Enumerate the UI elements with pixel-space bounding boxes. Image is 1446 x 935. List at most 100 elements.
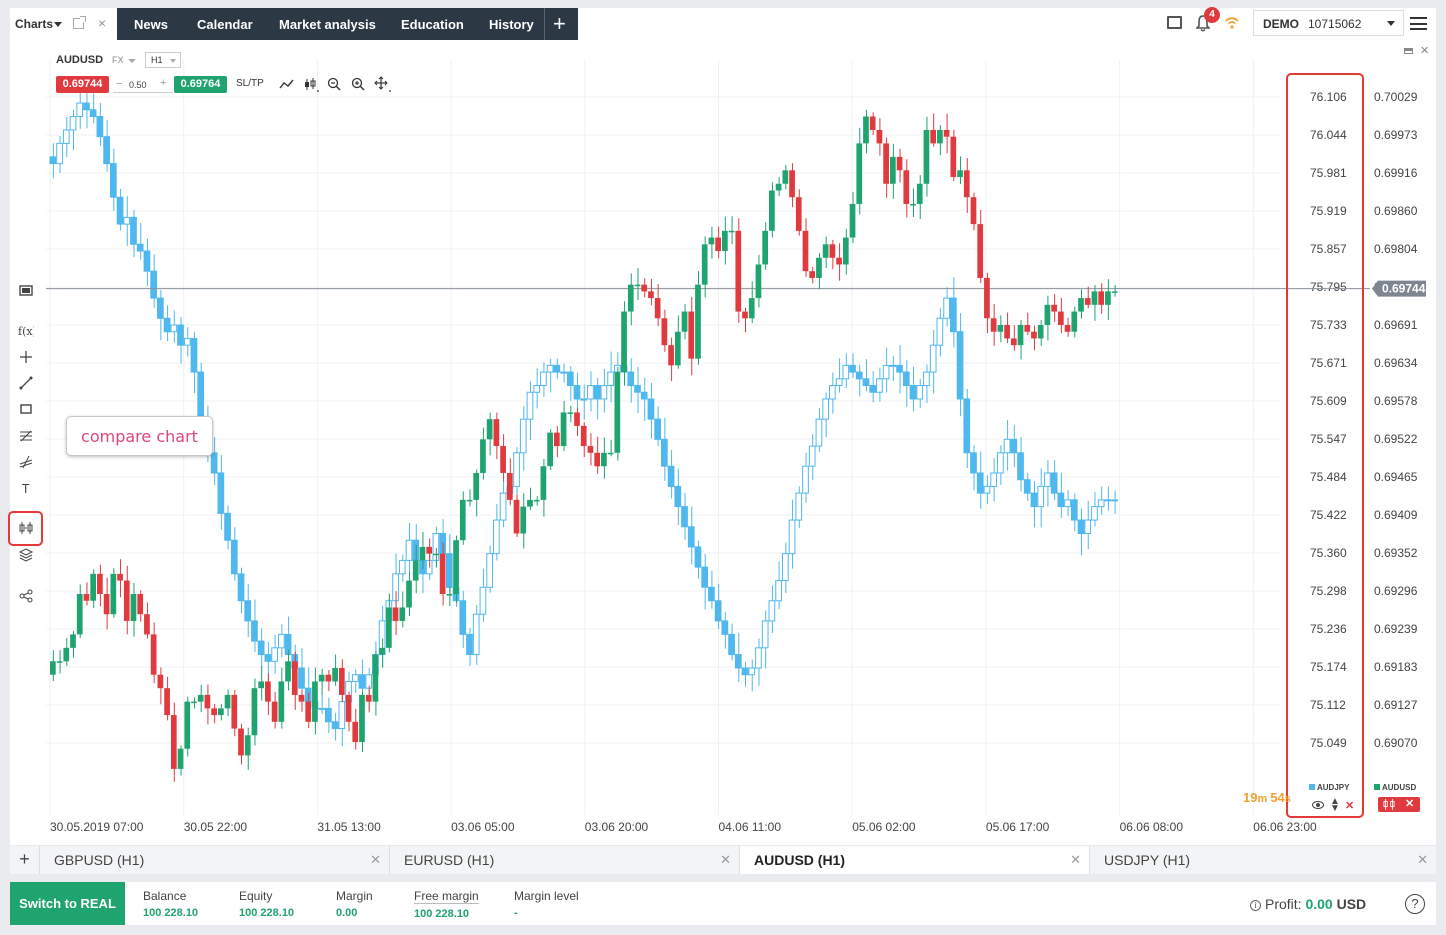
compare-candle-body: [237, 573, 245, 602]
candle-body: [123, 580, 130, 621]
candle-body: [957, 170, 963, 178]
candle-body: [789, 170, 795, 198]
candle-body: [1111, 291, 1118, 293]
account-selector[interactable]: DEMO 10715062: [1253, 10, 1404, 36]
quantity-value[interactable]: 0.50: [129, 80, 147, 90]
symbol-name[interactable]: AUDUSD: [56, 54, 103, 66]
close-chart-icon[interactable]: ✕: [1420, 44, 1429, 57]
sltp-button[interactable]: SL/TP: [236, 78, 264, 89]
fullscreen-icon[interactable]: [1167, 16, 1182, 29]
compare-candle-body: [49, 156, 57, 165]
close-icon[interactable]: ✕: [720, 852, 731, 868]
help-icon[interactable]: ?: [1405, 894, 1425, 914]
crosshair-icon[interactable]: [374, 76, 392, 93]
candlestick-type-icon[interactable]: [302, 76, 320, 93]
candle-body: [473, 472, 480, 500]
chart-settings-icon[interactable]: [18, 283, 34, 299]
popout-icon[interactable]: [73, 16, 86, 29]
nav-education[interactable]: Education: [401, 17, 464, 32]
compare-candle-body: [1003, 438, 1011, 454]
add-tab-icon[interactable]: +: [553, 11, 566, 37]
switch-to-real-button[interactable]: Switch to REAL: [10, 882, 125, 925]
info-icon[interactable]: i: [1250, 900, 1261, 911]
timeframe-select[interactable]: H1: [145, 52, 181, 68]
indicators-icon[interactable]: f(x): [18, 323, 34, 339]
compare-candle-body: [405, 539, 413, 561]
nav-market-analysis[interactable]: Market analysis: [279, 17, 376, 32]
nav-news[interactable]: News: [134, 17, 168, 32]
candle-body: [856, 143, 863, 204]
compare-candle-body: [264, 654, 272, 662]
line-chart-icon[interactable]: [278, 76, 296, 93]
compare-chart-icon[interactable]: [1382, 799, 1396, 810]
main-axis-tick-label: 0.69465: [1374, 470, 1418, 484]
main-axis-tick-label: 0.69070: [1374, 736, 1418, 750]
rectangle-tool-icon[interactable]: [18, 401, 34, 417]
crosshair-tool-icon[interactable]: [18, 349, 34, 365]
candle-body: [876, 129, 883, 144]
compare-candle-body: [889, 364, 897, 367]
nav-history[interactable]: History: [489, 17, 534, 32]
compare-candle-body: [647, 398, 655, 420]
chart-panel[interactable]: 30.05.2019 07:00 30.05 22:00 31.05 13:00 03…: [8, 40, 1436, 845]
chevron-down-icon[interactable]: [128, 59, 136, 63]
compare-candle-body: [849, 364, 856, 373]
candle-body: [291, 661, 298, 695]
profit-value: 0.00: [1305, 896, 1333, 912]
compare-candle-body: [842, 364, 850, 380]
chart-tab-label: GBPUSD (H1): [54, 852, 145, 868]
x-axis-tick-label: 30.05 22:00: [184, 820, 248, 834]
sort-arrows-icon[interactable]: ▲ ▼: [1330, 797, 1340, 814]
charts-menu[interactable]: Charts ×: [10, 8, 117, 40]
remove-series-icon[interactable]: ✕: [1345, 799, 1354, 812]
nav-calendar[interactable]: Calendar: [197, 17, 253, 32]
channel-tool-icon[interactable]: [18, 454, 34, 470]
chart-tab-eurusd[interactable]: EURUSD (H1) ✕: [390, 846, 740, 874]
add-chart-button[interactable]: +: [10, 846, 40, 874]
candle-body: [809, 271, 816, 278]
candle-body: [970, 197, 977, 225]
fibonacci-tool-icon[interactable]: [18, 428, 34, 444]
share-icon[interactable]: [18, 588, 34, 604]
chart-tab-audusd[interactable]: AUDUSD (H1) ✕: [740, 846, 1090, 874]
minimize-icon[interactable]: [1404, 48, 1413, 54]
trendline-tool-icon[interactable]: [18, 375, 34, 391]
candle-timer: 19m 54s: [1243, 790, 1291, 805]
compare-candle-body: [1070, 499, 1078, 521]
x-axis-tick-label: 31.05 13:00: [317, 820, 381, 834]
hamburger-menu-icon[interactable]: [1410, 17, 1427, 30]
main-axis-tick-label: 0.69127: [1374, 698, 1418, 712]
compare-candle-body: [540, 371, 547, 387]
quantity-stepper[interactable]: − 0.50 +: [113, 76, 173, 93]
close-icon[interactable]: ✕: [1417, 852, 1428, 868]
buy-button[interactable]: 0.69764: [174, 76, 227, 93]
candle-body: [762, 230, 769, 265]
increase-icon[interactable]: +: [160, 77, 166, 89]
candle-body: [278, 681, 285, 722]
zoom-out-icon[interactable]: [326, 76, 344, 93]
compare-candle-body: [69, 116, 77, 131]
candle-body: [540, 466, 547, 500]
top-bar: Charts × News Calendar Market analysis E…: [10, 7, 1436, 40]
layers-icon[interactable]: [18, 547, 34, 563]
eye-icon[interactable]: [1312, 801, 1324, 809]
candle-body: [338, 668, 345, 695]
candle-body: [379, 647, 385, 655]
close-icon[interactable]: ×: [98, 15, 106, 31]
compare-candle-body: [593, 385, 601, 400]
compare-candle-body: [76, 102, 84, 118]
chart-tab-gbpusd[interactable]: GBPUSD (H1) ✕: [40, 846, 390, 874]
chart-tab-usdjpy[interactable]: USDJPY (H1) ✕: [1090, 846, 1436, 874]
close-icon[interactable]: ✕: [370, 852, 381, 868]
compare-candle-body: [1023, 479, 1031, 494]
zoom-in-icon[interactable]: [350, 76, 368, 93]
price-scale-highlight: [1286, 73, 1364, 818]
decrease-icon[interactable]: −: [116, 78, 122, 90]
candle-body: [795, 197, 802, 231]
candle-body: [674, 331, 681, 366]
sell-button[interactable]: 0.69744: [56, 76, 109, 93]
price-chart[interactable]: 30.05.2019 07:00 30.05 22:00 31.05 13:00 03…: [10, 40, 1436, 845]
close-icon[interactable]: ✕: [1405, 797, 1414, 810]
text-tool-icon[interactable]: T: [18, 480, 34, 496]
close-icon[interactable]: ✕: [1070, 852, 1081, 868]
